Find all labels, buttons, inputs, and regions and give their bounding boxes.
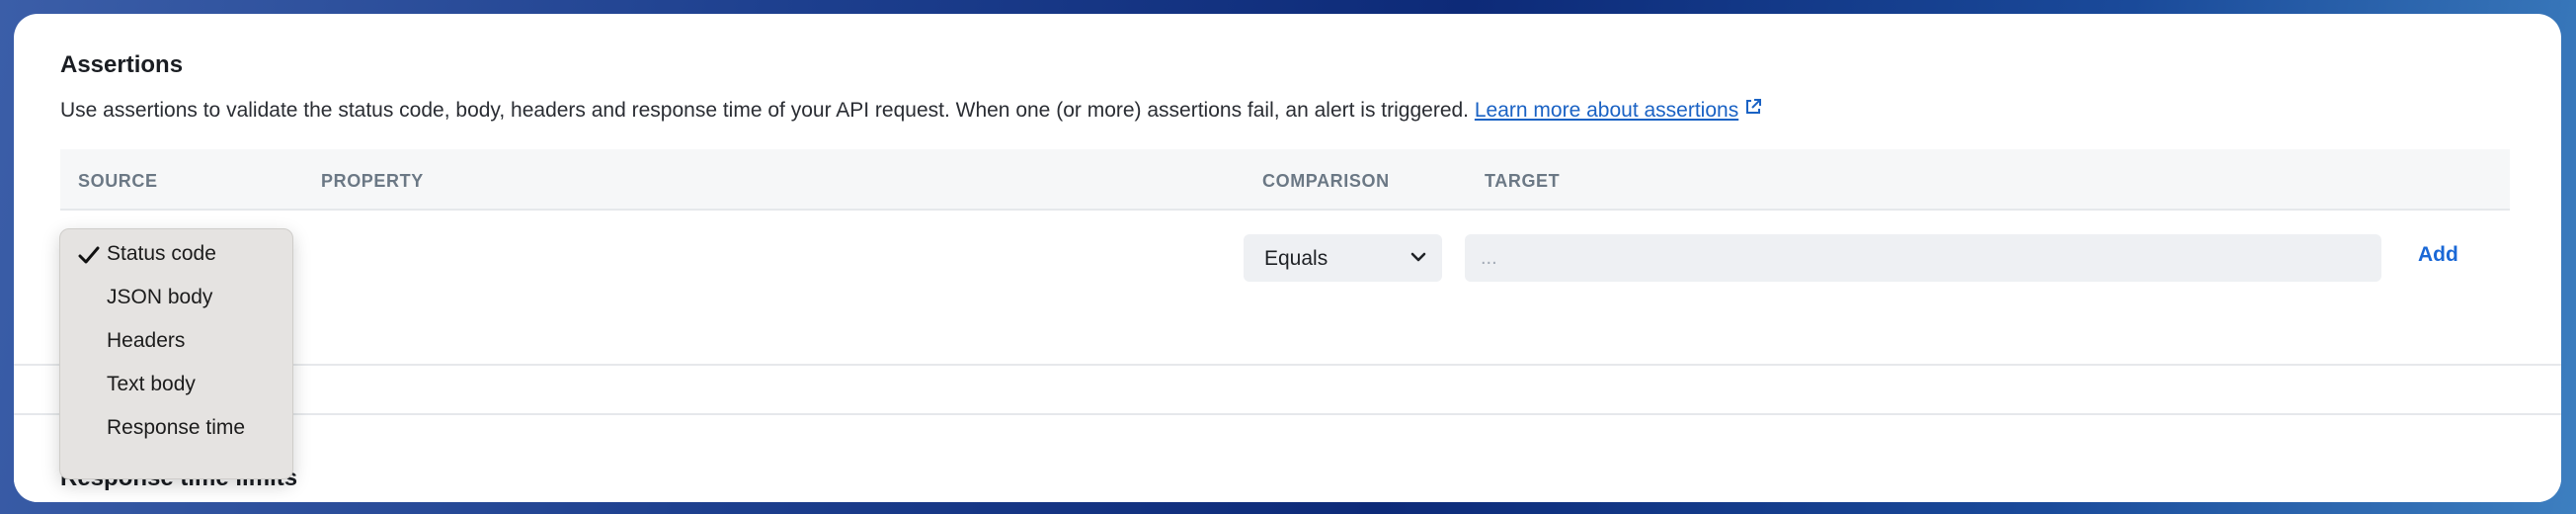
source-option-json-body[interactable]: JSON body — [60, 277, 292, 316]
source-option-text-body[interactable]: Text body — [60, 364, 292, 403]
settings-card: Assertions Use assertions to validate th… — [14, 14, 2561, 502]
add-button[interactable]: Add — [2418, 243, 2458, 267]
checkmark-icon — [78, 246, 100, 264]
learn-more-label: Learn more about assertions — [1474, 99, 1739, 122]
source-option-status-code[interactable]: Status code — [60, 233, 292, 273]
source-option-response-time[interactable]: Response time — [60, 407, 292, 447]
column-source: SOURCE — [78, 171, 158, 191]
external-link-icon[interactable] — [1744, 98, 1762, 116]
assertions-title: Assertions — [60, 51, 184, 78]
option-label: Status code — [107, 242, 216, 265]
assertions-table-header: SOURCE PROPERTY COMPARISON TARGET — [60, 149, 2510, 211]
learn-more-link[interactable]: Learn more about assertions — [1475, 99, 1738, 122]
response-time-limits-section — [14, 413, 2561, 502]
source-dropdown-menu[interactable]: Status code JSON body Headers Text body … — [59, 228, 293, 479]
chevron-down-icon — [1410, 252, 1426, 262]
column-property: PROPERTY — [321, 171, 424, 191]
comparison-value: Equals — [1264, 247, 1328, 270]
option-label: Text body — [107, 373, 196, 395]
option-label: JSON body — [107, 286, 213, 308]
description-text: Use assertions to validate the status co… — [60, 99, 1470, 122]
source-option-headers[interactable]: Headers — [60, 320, 292, 360]
assertions-description: Use assertions to validate the status co… — [60, 98, 1762, 123]
option-label: Headers — [107, 329, 186, 352]
option-label: Response time — [107, 416, 246, 439]
target-input[interactable] — [1465, 234, 2381, 282]
column-comparison: COMPARISON — [1262, 171, 1390, 191]
comparison-select[interactable]: Equals — [1244, 234, 1442, 282]
column-target: TARGET — [1485, 171, 1561, 191]
